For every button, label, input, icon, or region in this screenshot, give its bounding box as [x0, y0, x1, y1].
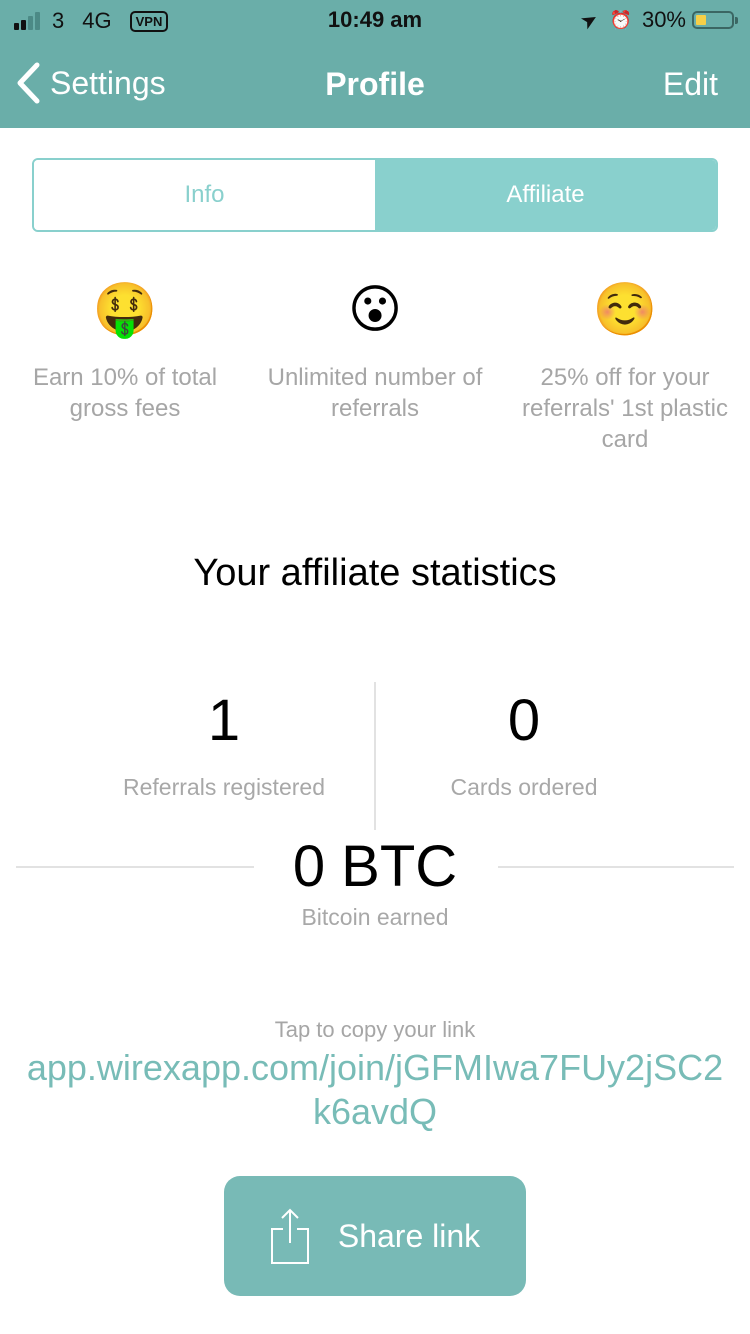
- share-link-button[interactable]: Share link: [224, 1176, 526, 1296]
- bitcoin-earned-value: 0 BTC: [292, 834, 458, 899]
- stats-heading: Your affiliate statistics: [193, 552, 557, 594]
- referrals-label: Referrals registered: [123, 774, 325, 800]
- tab-affiliate[interactable]: Affiliate: [375, 160, 716, 230]
- copy-link-hint: Tap to copy your link: [274, 1017, 476, 1042]
- referral-link[interactable]: app.wirexapp.com/join/jGFMIwa7FUy2jSC2k6…: [20, 1046, 730, 1134]
- top-bar: 3 4G VPN 10:49 am ➤ ⏰ 30% Settings Profi…: [0, 0, 750, 128]
- stat-bitcoin: 0 BTC Bitcoin earned: [0, 832, 750, 931]
- profile-tabs: Info Affiliate: [32, 158, 718, 232]
- page-title: Profile: [325, 66, 425, 102]
- alarm-clock-icon: ⏰: [609, 9, 632, 30]
- smiling-face-icon: ☺️: [592, 281, 658, 339]
- money-mouth-face-icon: 🤑: [92, 281, 158, 339]
- battery-tip: [735, 16, 738, 24]
- status-bar: 3 4G VPN 10:49 am ➤ ⏰ 30%: [0, 0, 750, 40]
- referrals-count: 1: [207, 688, 241, 753]
- cards-label: Cards ordered: [450, 774, 598, 800]
- tab-info[interactable]: Info: [34, 160, 375, 230]
- battery-level: [696, 15, 706, 25]
- edit-button[interactable]: Edit: [663, 66, 718, 103]
- benefit-text: 25% off for your referrals' 1st plastic …: [522, 364, 728, 453]
- nav-bar: Settings Profile Edit: [0, 48, 750, 120]
- share-link-label: Share link: [337, 1217, 481, 1254]
- benefit-item: ☺️ 25% off for your referrals' 1st plast…: [500, 278, 750, 455]
- benefit-item: 😮 Unlimited number of referrals: [250, 278, 500, 455]
- affiliate-benefits: 🤑 Earn 10% of total gross fees 😮 Unlimit…: [0, 278, 750, 455]
- status-right: ➤ ⏰ 30%: [577, 7, 738, 34]
- share-icon: [270, 1208, 309, 1264]
- benefit-text: Unlimited number of referrals: [267, 364, 483, 422]
- bitcoin-earned-label: Bitcoin earned: [301, 904, 449, 930]
- stat-referrals: 1 Referrals registered: [74, 686, 374, 801]
- benefit-item: 🤑 Earn 10% of total gross fees: [0, 278, 250, 455]
- battery-icon: [692, 11, 734, 29]
- surprised-face-icon: 😮: [347, 281, 403, 339]
- cards-count: 0: [507, 688, 541, 753]
- benefit-text: Earn 10% of total gross fees: [32, 364, 218, 422]
- stat-cards: 0 Cards ordered: [374, 686, 674, 801]
- battery-percent: 30%: [641, 7, 686, 32]
